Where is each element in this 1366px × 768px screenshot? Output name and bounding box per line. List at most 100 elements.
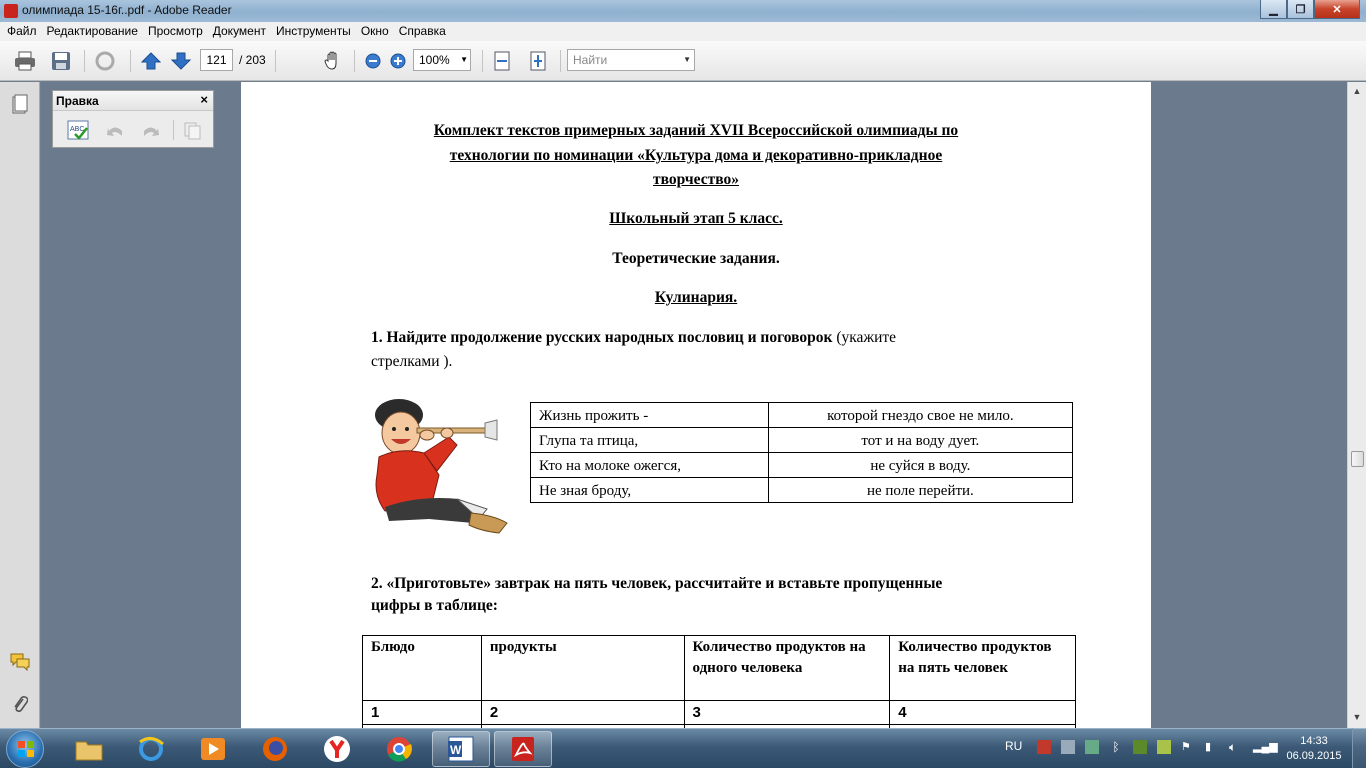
fit-width-icon[interactable] [491,51,513,71]
chevron-down-icon: ▼ [683,55,691,64]
heading-line-1: Комплект текстов примерных заданий XVII … [433,122,959,139]
page-total: / 203 [239,53,266,67]
firefox-taskbar-icon[interactable] [246,731,304,767]
task-2-line-1: 2. «Приготовьте» завтрак на пять человек… [371,575,943,592]
minimize-button[interactable]: ▁ [1260,0,1287,19]
find-input[interactable]: Найти ▼ [567,49,695,71]
save-icon[interactable] [50,51,72,71]
redo-icon[interactable] [141,122,161,143]
menu-view[interactable]: Просмотр [144,22,209,41]
internet-explorer-taskbar-icon[interactable] [122,731,180,767]
header-dish: Блюдо [362,635,482,701]
menu-document[interactable]: Документ [209,22,272,41]
column-number: 2 [480,700,685,725]
column-number: 1 [362,700,482,725]
table-row: 1 2 3 4 [362,700,1076,725]
fit-page-icon[interactable] [527,51,549,71]
stage-title: Школьный этап 5 класс. [609,210,783,227]
spellcheck-icon[interactable]: ABC [67,120,91,145]
share-icon[interactable] [94,51,116,71]
zoom-value: 100% [419,53,450,67]
bluetooth-icon[interactable]: ᛒ [1109,740,1123,754]
proverb-end: тот и на воду дует. [767,427,1074,453]
proverb-start: Кто на молоке ожегся, [530,452,769,478]
scrollbar-thumb[interactable] [1351,451,1364,467]
task-2-line-2: цифры в таблице: [371,597,498,614]
proverb-start: Жизнь прожить - [530,402,769,428]
edit-panel: Правка × ABC [52,90,214,148]
clock[interactable]: 14:33 06.09.2015 [1286,734,1342,764]
network-error-icon[interactable] [1037,740,1051,754]
menu-window[interactable]: Окно [357,22,395,41]
vertical-scrollbar[interactable]: ▲ ▼ [1347,82,1366,728]
proverb-end: не суйся в воду. [767,452,1074,478]
attachments-icon[interactable] [10,694,30,714]
column-number: 4 [889,700,1076,725]
boy-with-pipe-illustration [375,399,508,534]
proverbs-table: Жизнь прожить - которой гнездо свое не м… [530,402,1074,503]
section-title: Теоретические задания. [612,250,780,267]
table-row: Кто на молоке ожегся, не суйся в воду. [530,452,1074,478]
app-tray-icon[interactable] [1157,740,1171,754]
page-number-input[interactable]: 121 [200,49,233,71]
close-icon[interactable]: × [200,92,208,107]
media-player-taskbar-icon[interactable] [184,731,242,767]
menu-tools[interactable]: Инструменты [272,22,357,41]
header-qty-one: Количество продуктов на одного человека [683,635,891,701]
next-page-icon[interactable] [170,51,192,71]
table-row: Не зная броду, не поле перейти. [530,477,1074,503]
copy-icon[interactable] [183,121,203,144]
scroll-up-icon[interactable]: ▲ [1351,86,1363,98]
scroll-down-icon[interactable]: ▼ [1351,712,1363,724]
task-1-text: 1. Найдите продолжение русских народных … [371,329,1071,347]
yandex-browser-taskbar-icon[interactable] [308,731,366,767]
breakfast-table: Блюдо продукты Количество продуктов на о… [362,635,1076,728]
menu-edit[interactable]: Редактирование [43,22,144,41]
volume-icon[interactable]: 🔈︎ [1229,740,1243,754]
pages-icon[interactable] [10,94,30,114]
start-button[interactable] [6,730,44,768]
navigation-pane [0,82,40,728]
subsection-title: Кулинария. [654,289,738,306]
heading-line-3: творчество» [653,171,739,188]
document-area: Комплект текстов примерных заданий XVII … [41,82,1347,728]
proverb-start: Глупа та птица, [530,427,769,453]
monitor-icon[interactable] [1085,740,1099,754]
pdf-page: Комплект текстов примерных заданий XVII … [241,82,1151,728]
svg-text:W: W [450,743,462,757]
adobe-reader-taskbar-icon[interactable] [494,731,552,767]
clock-date: 06.09.2015 [1286,750,1342,762]
heading-line-2: технологии по номинации «Культура дома и… [449,147,943,164]
task-1-bold: 1. Найдите продолжение русских народных … [371,329,833,346]
battery-icon[interactable]: ▮ [1205,740,1219,754]
table-header-row: Блюдо продукты Количество продуктов на о… [362,635,1076,701]
previous-page-icon[interactable] [140,51,162,71]
chevron-down-icon: ▼ [460,55,468,64]
proverb-end: не поле перейти. [767,477,1074,503]
comments-icon[interactable] [10,652,30,672]
show-desktop-button[interactable] [1352,728,1366,768]
device-icon[interactable] [1061,740,1075,754]
header-qty-five: Количество продуктов на пять человек [889,635,1076,701]
print-icon[interactable] [14,51,36,71]
hand-tool-icon[interactable] [322,51,344,71]
explorer-taskbar-icon[interactable] [60,731,118,767]
title-bar: олимпиада 15-16г..pdf - Adobe Reader ▁ ❐… [0,0,1366,22]
table-row: Жизнь прожить - которой гнездо свое не м… [530,402,1074,428]
menu-file[interactable]: Файл [3,22,43,41]
maximize-button[interactable]: ❐ [1287,0,1314,19]
zoom-out-icon[interactable] [362,51,384,71]
flag-icon[interactable]: ⚑ [1181,740,1195,754]
nvidia-icon[interactable] [1133,740,1147,754]
chrome-taskbar-icon[interactable] [370,731,428,767]
undo-icon[interactable] [105,122,125,143]
menu-help[interactable]: Справка [395,22,452,41]
language-indicator[interactable]: RU [1005,739,1022,753]
signal-icon[interactable]: ▂▄▆ [1253,740,1278,754]
zoom-in-icon[interactable] [387,51,409,71]
task-1-normal: (укажите [832,329,897,346]
word-taskbar-icon[interactable]: W [432,731,490,767]
proverb-start: Не зная броду, [530,477,769,503]
zoom-select[interactable]: 100% ▼ [413,49,471,71]
close-button[interactable]: ✕ [1314,0,1360,19]
